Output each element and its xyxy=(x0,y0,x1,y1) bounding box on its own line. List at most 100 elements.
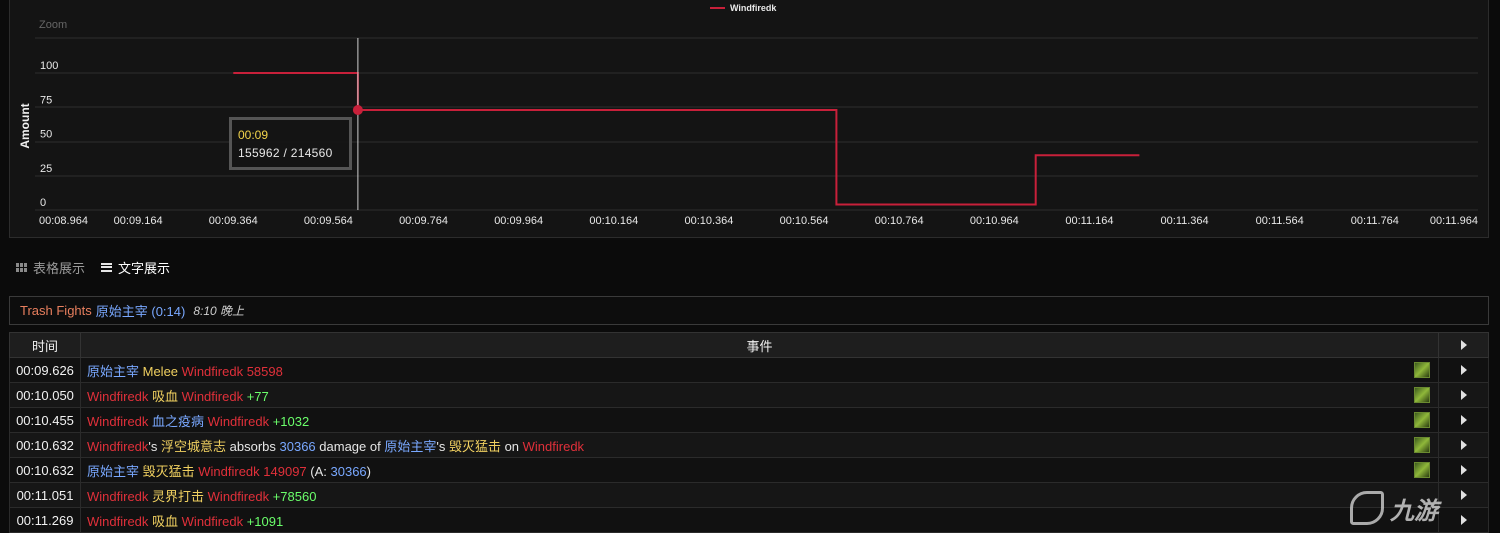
event-text: Windfiredk's 浮空城意志 absorbs 30366 damage … xyxy=(80,432,1439,458)
event-part[interactable]: 血之疫病 xyxy=(148,414,207,429)
table-row[interactable]: 00:10.632 原始主宰 毁灭猛击 Windfiredk 149097 (A:… xyxy=(9,457,1489,483)
header-time[interactable]: 时间 xyxy=(9,332,81,358)
event-time: 00:11.269 xyxy=(9,507,81,533)
event-time: 00:10.455 xyxy=(9,407,81,433)
event-part: +77 xyxy=(243,388,269,404)
x-tick-label: 00:11.764 xyxy=(1351,215,1399,227)
event-part[interactable]: Windfiredk xyxy=(87,389,148,404)
x-tick-label: 00:11.164 xyxy=(1065,215,1113,227)
x-tick-label: 00:09.164 xyxy=(114,215,163,227)
event-part[interactable]: Windfiredk xyxy=(87,414,148,429)
events-table: 时间 事件 00:09.626 原始主宰 Melee Windfiredk 585… xyxy=(9,332,1489,533)
tab-text-view[interactable]: 文字展示 xyxy=(101,258,170,276)
event-part[interactable]: Windfiredk xyxy=(208,489,269,504)
header-event[interactable]: 事件 xyxy=(80,332,1439,358)
event-part[interactable]: Windfiredk xyxy=(182,364,243,379)
fight-time: 8:10 晚上 xyxy=(193,304,245,318)
event-part: 's xyxy=(148,438,162,454)
event-part[interactable]: 毁灭猛击 xyxy=(139,464,198,479)
tab-table-view[interactable]: 表格展示 xyxy=(16,258,85,276)
watermark-logo-icon xyxy=(1350,491,1384,525)
legend-entry: Windfiredk xyxy=(730,3,777,13)
table-row[interactable]: 00:10.050 Windfiredk 吸血 Windfiredk +77 xyxy=(9,382,1489,408)
x-tick-label: 00:10.964 xyxy=(970,215,1019,227)
watermark: 九游 xyxy=(1350,488,1480,528)
event-part[interactable]: Windfiredk xyxy=(87,514,148,529)
play-icon[interactable] xyxy=(1460,389,1467,400)
x-tick-label: 00:10.364 xyxy=(684,215,733,227)
event-part[interactable]: Windfiredk xyxy=(182,514,243,529)
y-tick-label: 75 xyxy=(40,94,52,106)
event-part: +1032 xyxy=(269,413,310,429)
y-tick-label: 25 xyxy=(40,163,52,175)
ability-icon[interactable] xyxy=(1414,387,1430,403)
event-time: 00:10.632 xyxy=(9,457,81,483)
play-icon[interactable] xyxy=(1460,439,1467,450)
play-icon[interactable] xyxy=(1460,414,1467,425)
y-axis-label: Amount xyxy=(18,103,32,148)
x-tick-label: 00:09.364 xyxy=(209,215,258,227)
hover-point-marker xyxy=(352,104,363,115)
play-icon[interactable] xyxy=(1460,364,1467,375)
x-tick-label: 00:10.564 xyxy=(780,215,829,227)
x-tick-label: 00:09.964 xyxy=(494,215,543,227)
ability-icon[interactable] xyxy=(1414,462,1430,478)
row-play-cell[interactable] xyxy=(1438,407,1489,433)
table-row[interactable]: 00:11.051 Windfiredk 灵界打击 Windfiredk +785… xyxy=(9,482,1489,508)
event-text: 原始主宰 Melee Windfiredk 58598 xyxy=(80,357,1439,383)
header-play[interactable] xyxy=(1438,332,1489,358)
x-tick-label: 00:11.564 xyxy=(1256,215,1304,227)
ability-icon[interactable] xyxy=(1414,437,1430,453)
table-row[interactable]: 00:09.626 原始主宰 Melee Windfiredk 58598 xyxy=(9,357,1489,383)
row-play-cell[interactable] xyxy=(1438,457,1489,483)
event-part[interactable]: Windfiredk xyxy=(87,439,148,454)
watermark-text: 九游 xyxy=(1390,497,1438,525)
event-time: 00:11.051 xyxy=(9,482,81,508)
event-part: on xyxy=(500,438,523,454)
x-tick-label: 00:10.764 xyxy=(875,215,924,227)
event-part: 30366 xyxy=(279,438,316,454)
event-text: Windfiredk 吸血 Windfiredk +77 xyxy=(80,382,1439,408)
event-part[interactable]: 吸血 xyxy=(148,389,181,404)
event-part[interactable]: Windfiredk xyxy=(87,489,148,504)
event-part[interactable]: Windfiredk xyxy=(182,389,243,404)
event-part[interactable]: 吸血 xyxy=(148,514,181,529)
event-part[interactable]: Windfiredk xyxy=(208,414,269,429)
event-text: Windfiredk 灵界打击 Windfiredk +78560 xyxy=(80,482,1439,508)
event-part[interactable]: 原始主宰 xyxy=(87,364,139,379)
table-row[interactable]: 00:10.632 Windfiredk's 浮空城意志 absorbs 3036… xyxy=(9,432,1489,458)
event-part[interactable]: 毁灭猛击 xyxy=(449,439,501,454)
event-part[interactable]: 原始主宰 xyxy=(87,464,139,479)
play-icon[interactable] xyxy=(1460,464,1467,475)
tab-text-view-label: 文字展示 xyxy=(118,260,171,276)
event-part: ) xyxy=(366,463,372,479)
event-part[interactable]: 灵界打击 xyxy=(148,489,207,504)
x-tick-label: 00:09.764 xyxy=(399,215,448,227)
table-row[interactable]: 00:11.269 Windfiredk 吸血 Windfiredk +1091 xyxy=(9,507,1489,533)
table-row[interactable]: 00:10.455 Windfiredk 血之疫病 Windfiredk +103… xyxy=(9,407,1489,433)
fight-category[interactable]: Trash Fights xyxy=(20,303,92,318)
tab-table-view-label: 表格展示 xyxy=(33,260,86,276)
ability-icon[interactable] xyxy=(1414,412,1430,428)
event-part: +1091 xyxy=(243,513,284,529)
series-line-windfiredk xyxy=(233,72,1140,206)
y-tick-label: 0 xyxy=(40,197,46,209)
event-text: 原始主宰 毁灭猛击 Windfiredk 149097 (A: 30366) xyxy=(80,457,1439,483)
event-part[interactable]: 浮空城意志 xyxy=(161,439,226,454)
event-part[interactable]: Melee xyxy=(139,364,182,379)
event-text: Windfiredk 吸血 Windfiredk +1091 xyxy=(80,507,1439,533)
event-part[interactable]: Windfiredk xyxy=(523,439,584,454)
row-play-cell[interactable] xyxy=(1438,357,1489,383)
amount-chart[interactable]: Zoom 0 25 50 75 100 Amount 00:08.964 00:09.164 00… xyxy=(9,0,1489,238)
y-tick-label: 100 xyxy=(40,60,58,72)
row-play-cell[interactable] xyxy=(1438,432,1489,458)
event-part[interactable]: 原始主宰 xyxy=(384,439,436,454)
tooltip-time: 00:09 xyxy=(238,128,269,142)
row-play-cell[interactable] xyxy=(1438,382,1489,408)
zoom-label: Zoom xyxy=(39,19,67,31)
fight-boss[interactable]: 原始主宰 (0:14) xyxy=(96,301,186,320)
event-text: Windfiredk 血之疫病 Windfiredk +1032 xyxy=(80,407,1439,433)
event-part[interactable]: Windfiredk xyxy=(198,464,259,479)
ability-icon[interactable] xyxy=(1414,362,1430,378)
play-icon[interactable] xyxy=(1460,339,1467,350)
